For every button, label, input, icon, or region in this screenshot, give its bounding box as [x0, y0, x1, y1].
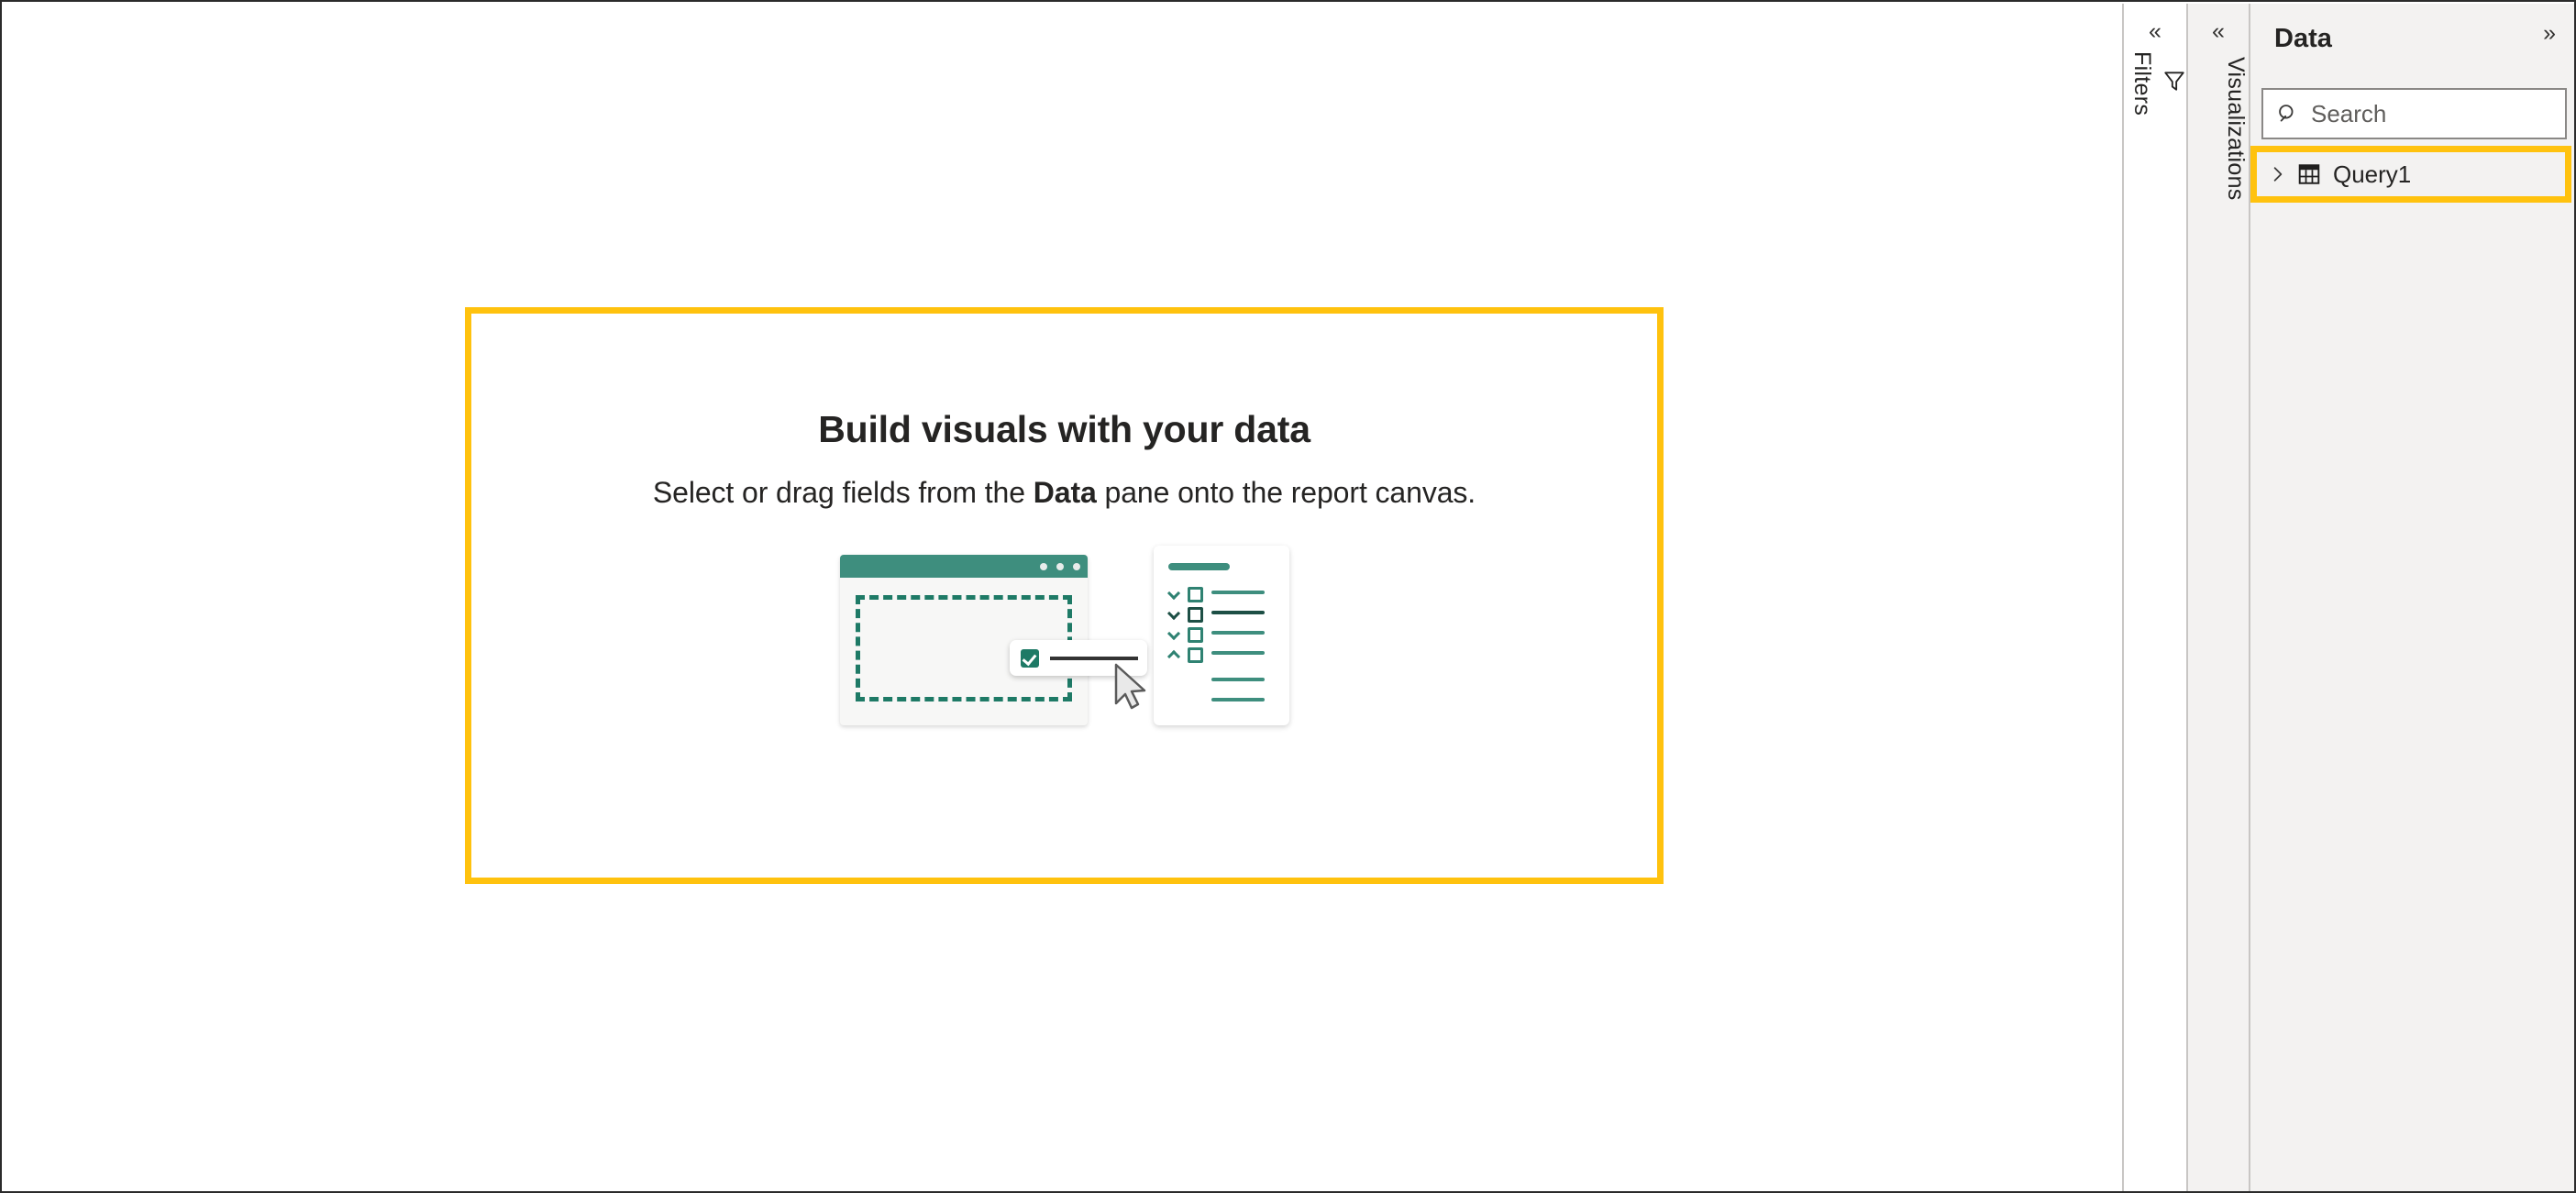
- visualizations-pane-label[interactable]: Visualizations: [2188, 57, 2249, 201]
- table-icon: [2298, 164, 2320, 184]
- illustration-subfield-label: [1211, 678, 1265, 681]
- illustration-field-row: [1168, 584, 1275, 602]
- empty-state-subtitle-part2: pane onto the report canvas.: [1096, 476, 1476, 509]
- power-bi-report-window: Build visuals with your data Select or d…: [0, 0, 2576, 1193]
- data-pane: Data » Query1: [2249, 4, 2574, 1191]
- window-dot-icon: [1039, 563, 1047, 570]
- illustration-field-label: [1211, 591, 1265, 594]
- filter-icon: [2164, 72, 2184, 91]
- empty-state-illustration: [839, 546, 1289, 725]
- illustration-subfield-label: [1211, 698, 1265, 701]
- illustration-field-row: [1168, 604, 1275, 623]
- visualizations-collapse-icon[interactable]: «: [2188, 20, 2249, 43]
- checkbox-checked-icon: [1020, 649, 1039, 668]
- visualizations-label-text: Visualizations: [2223, 57, 2249, 201]
- chevron-down-icon: [1168, 589, 1179, 596]
- chevron-right-icon[interactable]: [2270, 166, 2286, 182]
- data-pane-expand-icon[interactable]: »: [2543, 20, 2556, 47]
- checkbox-icon: [1187, 647, 1203, 663]
- empty-state-subtitle-part1: Select or drag fields from the: [652, 476, 1034, 509]
- chevron-up-icon: [1168, 649, 1179, 657]
- data-table-item-query1[interactable]: Query1: [2257, 152, 2565, 196]
- filters-collapse-icon[interactable]: «: [2124, 20, 2186, 43]
- empty-state-highlight: Build visuals with your data Select or d…: [465, 307, 1664, 884]
- empty-state-subtitle-emphasis: Data: [1033, 476, 1097, 509]
- illustration-chip-label: [1049, 657, 1138, 660]
- chevron-down-icon: [1168, 609, 1179, 616]
- search-icon: [2279, 105, 2294, 122]
- illustration-window-titlebar: [839, 555, 1088, 578]
- data-table-name: Query1: [2333, 160, 2412, 188]
- mouse-pointer-icon: [1114, 663, 1145, 710]
- illustration-list-header: [1167, 563, 1230, 570]
- window-dot-icon: [1072, 563, 1080, 570]
- filters-pane-collapsed[interactable]: « Filters: [2122, 4, 2186, 1191]
- illustration-field-row: [1168, 624, 1275, 643]
- window-dot-icon: [1056, 563, 1064, 570]
- data-search-input[interactable]: [2309, 98, 2542, 129]
- empty-state-card: Build visuals with your data Select or d…: [471, 314, 1657, 878]
- illustration-field-label: [1211, 611, 1265, 614]
- empty-state-title: Build visuals with your data: [818, 408, 1310, 450]
- illustration-field-list: [1153, 546, 1289, 725]
- data-table-highlight: Query1: [2250, 146, 2571, 203]
- filters-pane-label[interactable]: Filters: [2124, 51, 2186, 116]
- data-search-box[interactable]: [2261, 88, 2567, 139]
- checkbox-icon: [1187, 627, 1203, 643]
- data-pane-header: Data »: [2250, 4, 2574, 81]
- illustration-field-row: [1168, 645, 1275, 663]
- checkbox-icon: [1187, 587, 1203, 602]
- report-canvas[interactable]: Build visuals with your data Select or d…: [4, 4, 2122, 1191]
- checkbox-icon: [1187, 607, 1203, 623]
- illustration-field-label: [1211, 631, 1265, 635]
- empty-state-subtitle: Select or drag fields from the Data pane…: [653, 476, 1476, 510]
- data-pane-title: Data: [2274, 24, 2332, 53]
- visualizations-pane-collapsed[interactable]: « Visualizations: [2186, 4, 2249, 1191]
- chevron-down-icon: [1168, 629, 1179, 636]
- filters-label-text: Filters: [2129, 51, 2155, 116]
- illustration-field-label: [1211, 651, 1265, 655]
